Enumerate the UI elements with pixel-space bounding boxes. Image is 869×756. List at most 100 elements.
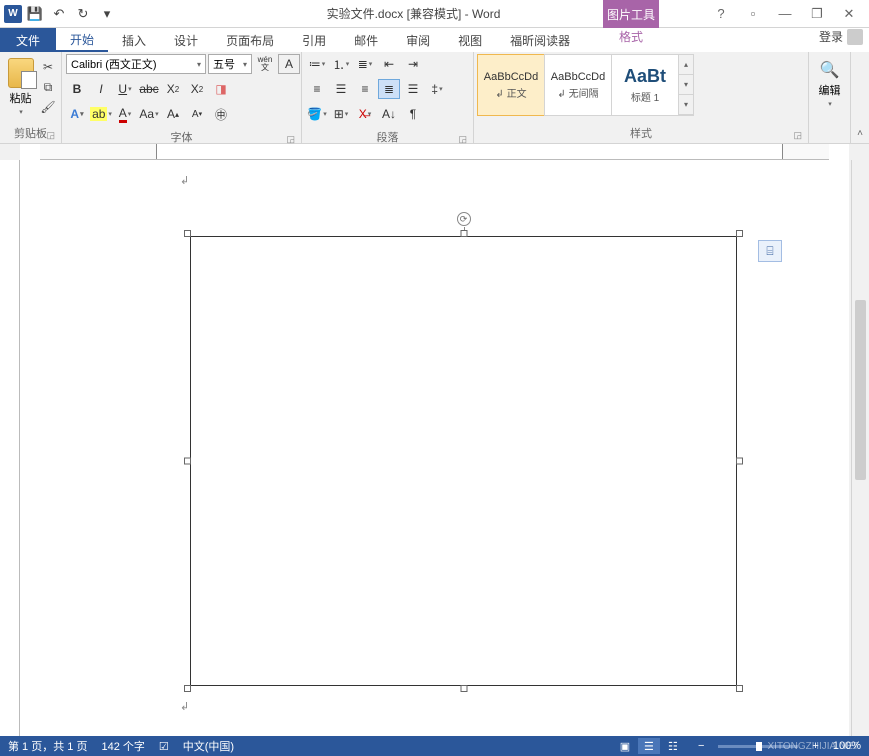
ribbon: 粘贴 ▾ ✂ ⧉ 🖌 剪贴板◲ Calibri (西文正文)▾ 五号▾ wén文… [0, 52, 869, 144]
binoculars-icon: 🔍 [820, 60, 840, 80]
resize-handle-top-left[interactable] [184, 230, 191, 237]
align-center-button[interactable]: ☰ [330, 79, 352, 99]
superscript-button[interactable]: X2 [186, 79, 208, 99]
enclose-characters-button[interactable]: ㊥ [210, 104, 232, 124]
minimize-button[interactable]: — [773, 4, 797, 24]
decrease-indent-button[interactable]: ⇤ [378, 54, 400, 74]
tab-design[interactable]: 设计 [160, 28, 212, 52]
tab-page-layout[interactable]: 页面布局 [212, 28, 288, 52]
resize-handle-left[interactable] [184, 458, 191, 465]
redo-button[interactable]: ↻ [72, 3, 94, 25]
resize-handle-bottom-right[interactable] [736, 685, 743, 692]
undo-button[interactable]: ↶ [48, 3, 70, 25]
bullets-button[interactable]: ≔▾ [306, 54, 328, 74]
qat-customize-button[interactable]: ▾ [96, 3, 118, 25]
collapse-ribbon-button[interactable]: ˄ [851, 52, 869, 143]
gallery-more-button[interactable]: ▾ [679, 95, 693, 115]
close-button[interactable]: ✕ [837, 4, 861, 24]
quick-access-toolbar: W 💾 ↶ ↻ ▾ [0, 3, 118, 25]
page-count[interactable]: 第 1 页，共 1 页 [8, 738, 87, 754]
italic-button[interactable]: I [90, 79, 112, 99]
tab-file[interactable]: 文件 [0, 28, 56, 52]
clear-formatting-button[interactable]: ◨ [210, 79, 232, 99]
paste-button[interactable]: 粘贴 ▾ [4, 54, 37, 120]
page-canvas[interactable]: ↲ ⟳ ⌸ ↲ [20, 144, 849, 736]
style-preview: AaBbCcDd [551, 71, 605, 83]
layout-options-button[interactable]: ⌸ [758, 240, 782, 262]
tab-foxit-reader[interactable]: 福昕阅读器 [496, 28, 584, 52]
resize-handle-bottom-left[interactable] [184, 685, 191, 692]
shading-button[interactable]: 🪣▾ [306, 104, 328, 124]
font-size-combo[interactable]: 五号▾ [208, 54, 252, 74]
bold-button[interactable]: B [66, 79, 88, 99]
change-case-button[interactable]: Aa▾ [138, 104, 160, 124]
gallery-down-button[interactable]: ▾ [679, 75, 693, 95]
tab-mailings[interactable]: 邮件 [340, 28, 392, 52]
gallery-up-button[interactable]: ▴ [679, 55, 693, 75]
align-left-button[interactable]: ≡ [306, 79, 328, 99]
resize-handle-right[interactable] [736, 458, 743, 465]
word-count[interactable]: 142 个字 [101, 738, 144, 754]
rotate-handle[interactable]: ⟳ [457, 212, 471, 226]
zoom-slider-thumb[interactable] [756, 742, 762, 751]
character-border-button[interactable]: A [278, 54, 300, 74]
underline-button[interactable]: U▾ [114, 79, 136, 99]
tab-references[interactable]: 引用 [288, 28, 340, 52]
restore-button[interactable]: ❐ [805, 4, 829, 24]
subscript-button[interactable]: X2 [162, 79, 184, 99]
distributed-button[interactable]: ☰ [402, 79, 424, 99]
sort-button[interactable]: X̶▾ [354, 104, 376, 124]
tab-insert[interactable]: 插入 [108, 28, 160, 52]
highlight-button[interactable]: ab▾ [90, 104, 112, 124]
format-painter-button[interactable]: 🖌 [39, 98, 57, 116]
horizontal-ruler[interactable] [40, 144, 829, 160]
grow-font-button[interactable]: A▴ [162, 104, 184, 124]
find-button[interactable]: 🔍 编辑 ▾ [813, 54, 846, 108]
tab-format[interactable]: 格式 [603, 28, 659, 45]
strikethrough-button[interactable]: abc [138, 79, 160, 99]
selected-picture[interactable]: ⟳ [184, 230, 743, 692]
vertical-scrollbar[interactable] [851, 160, 869, 736]
save-button[interactable]: 💾 [24, 3, 46, 25]
help-button[interactable]: ? [709, 4, 733, 24]
numbering-button[interactable]: ⒈▾ [330, 54, 352, 74]
tab-review[interactable]: 审阅 [392, 28, 444, 52]
font-name-combo[interactable]: Calibri (西文正文)▾ [66, 54, 206, 74]
style-no-spacing[interactable]: AaBbCcDd ↲ 无间隔 [544, 54, 612, 116]
ribbon-display-options-button[interactable]: ▫ [741, 4, 765, 24]
align-right-button[interactable]: ≡ [354, 79, 376, 99]
resize-handle-top-right[interactable] [736, 230, 743, 237]
borders-button[interactable]: ⊞▾ [330, 104, 352, 124]
language-status[interactable]: 中文(中国) [183, 738, 234, 754]
copy-button[interactable]: ⧉ [39, 78, 57, 96]
styles-launcher[interactable]: ◲ [793, 130, 802, 141]
login-link[interactable]: 登录 [819, 28, 863, 45]
styles-group: AaBbCcDd ↲ 正文 AaBbCcDd ↲ 无间隔 AaBt 标题 1 ▴… [474, 52, 809, 143]
show-marks-button[interactable]: ¶ [402, 104, 424, 124]
resize-handle-bottom[interactable] [460, 685, 467, 692]
phonetic-guide-button[interactable]: wén文 [254, 54, 276, 74]
window-controls: ? ▫ — ❐ ✕ [709, 4, 869, 24]
proofing-icon[interactable]: ☑ [159, 740, 169, 753]
tab-home[interactable]: 开始 [56, 28, 108, 52]
scrollbar-thumb[interactable] [855, 300, 866, 480]
tab-view[interactable]: 视图 [444, 28, 496, 52]
multilevel-list-button[interactable]: ≣▾ [354, 54, 376, 74]
web-layout-button[interactable]: ☷ [662, 738, 684, 754]
read-mode-button[interactable]: ▣ [614, 738, 636, 754]
clipboard-launcher[interactable]: ◲ [46, 130, 55, 141]
vertical-ruler[interactable] [0, 160, 20, 736]
justify-button[interactable]: ≣ [378, 79, 400, 99]
style-heading-1[interactable]: AaBt 标题 1 [611, 54, 679, 116]
print-layout-button[interactable]: ☰ [638, 738, 660, 754]
sort-az-button[interactable]: A↓ [378, 104, 400, 124]
cut-button[interactable]: ✂ [39, 58, 57, 76]
font-color-button[interactable]: A▾ [114, 104, 136, 124]
text-effects-button[interactable]: A▾ [66, 104, 88, 124]
increase-indent-button[interactable]: ⇥ [402, 54, 424, 74]
shrink-font-button[interactable]: A▾ [186, 104, 208, 124]
zoom-out-button[interactable]: − [698, 740, 704, 752]
resize-handle-top[interactable] [460, 230, 467, 237]
style-normal[interactable]: AaBbCcDd ↲ 正文 [477, 54, 545, 116]
line-spacing-button[interactable]: ‡▾ [426, 79, 448, 99]
